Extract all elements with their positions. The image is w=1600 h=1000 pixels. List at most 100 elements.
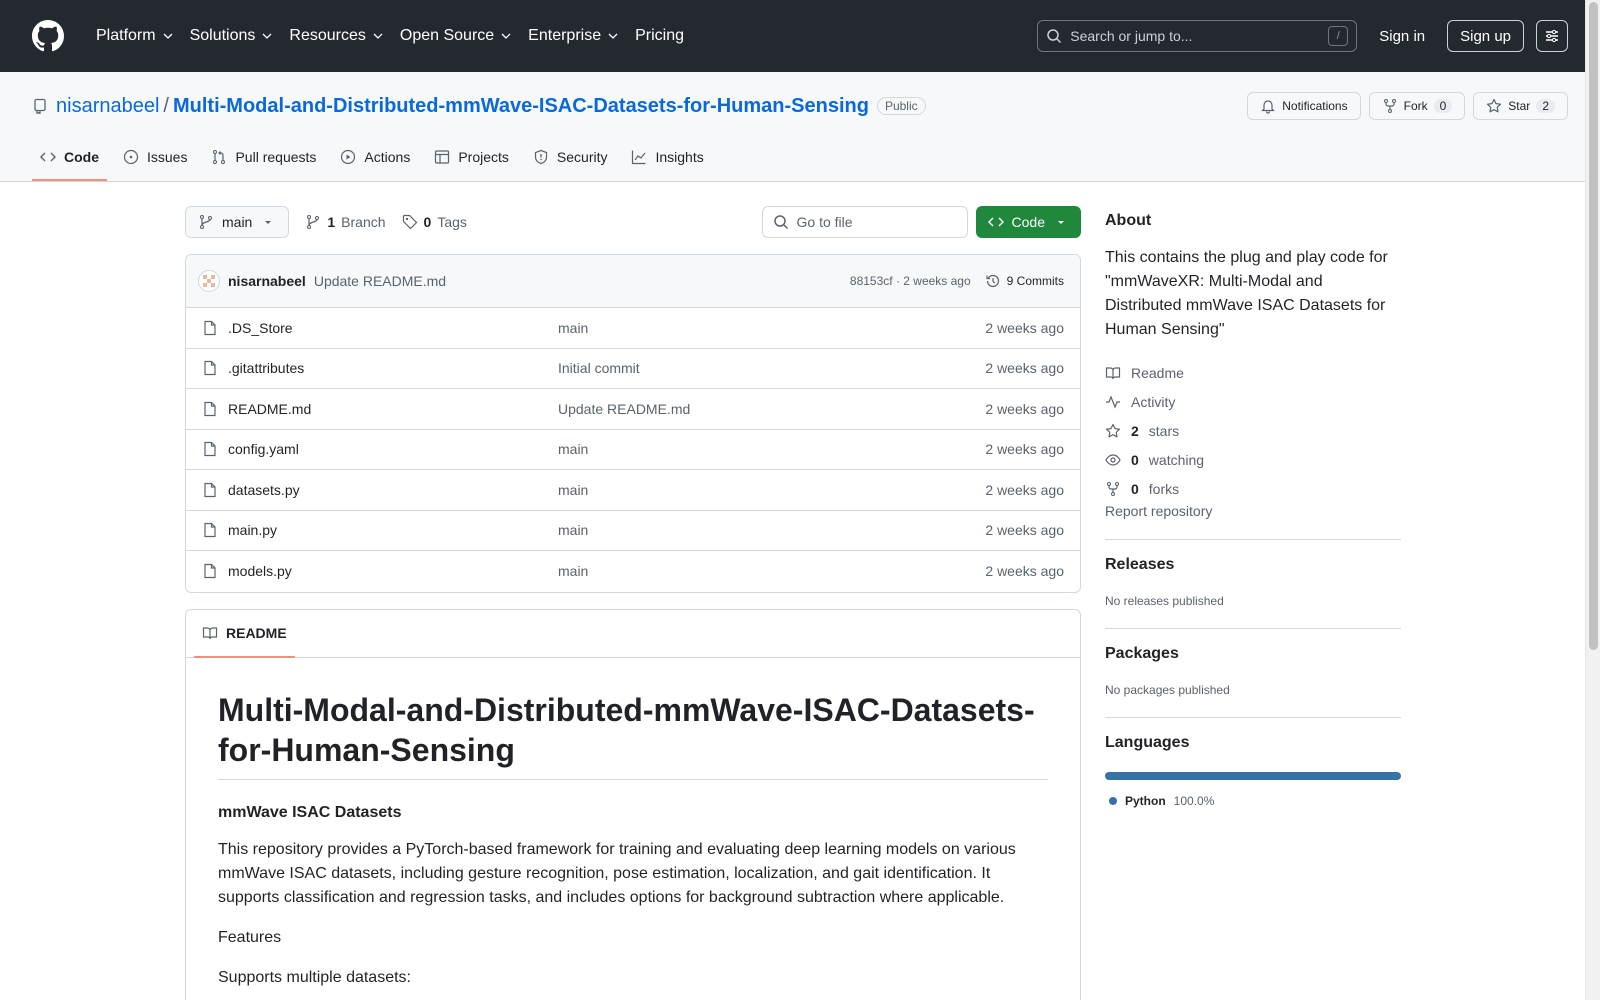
watching-link[interactable]: 0 watching	[1105, 445, 1401, 474]
file-row[interactable]: .gitattributes Initial commit 2 weeks ago	[186, 349, 1080, 389]
file-row[interactable]: models.py main 2 weeks ago	[186, 551, 1080, 592]
file-name[interactable]: config.yaml	[228, 441, 558, 457]
stars-count: 2	[1131, 422, 1139, 439]
readme-tab[interactable]: README	[194, 610, 295, 658]
repo-name-link[interactable]: Multi-Modal-and-Distributed-mmWave-ISAC-…	[173, 95, 869, 118]
sign-up-button[interactable]: Sign up	[1447, 20, 1524, 52]
file-row[interactable]: main.py main 2 weeks ago	[186, 511, 1080, 551]
language-item[interactable]: Python 100.0%	[1105, 794, 1401, 808]
forks-label: forks	[1148, 480, 1180, 497]
file-browser: nisarnabeel Update README.md 88153cf · 2…	[185, 254, 1081, 593]
activity-link[interactable]: Activity	[1105, 387, 1401, 416]
tab-issues[interactable]: Issues	[115, 133, 195, 181]
file-name[interactable]: README.md	[228, 401, 558, 417]
commits-label: 9 Commits	[1006, 274, 1064, 288]
language-bar	[1105, 772, 1401, 780]
watching-label: watching	[1148, 451, 1205, 468]
report-repository-link[interactable]: Report repository	[1105, 503, 1212, 519]
commit-message[interactable]: Update README.md	[314, 273, 446, 289]
file-commit-message[interactable]: main	[558, 563, 985, 579]
star-button[interactable]: Star 2	[1473, 92, 1568, 120]
issue-icon	[123, 149, 139, 165]
repo-title-row: nisarnabeel / Multi-Modal-and-Distribute…	[32, 72, 1568, 132]
tab-pull-requests[interactable]: Pull requests	[203, 133, 324, 181]
readme-panel: README Multi-Modal-and-Distributed-mmWav…	[185, 608, 1081, 1000]
nav-resources[interactable]: Resources	[281, 20, 391, 52]
commits-link[interactable]: 9 Commits	[985, 273, 1064, 289]
pull-request-icon	[213, 150, 226, 164]
activity-link-label: Activity	[1131, 393, 1176, 410]
branch-icon	[200, 215, 212, 229]
search-shortcut-key: /	[1328, 26, 1349, 46]
eye-icon	[1105, 453, 1121, 466]
file-row[interactable]: .DS_Store main 2 weeks ago	[186, 308, 1080, 349]
readme-link[interactable]: Readme	[1105, 358, 1401, 387]
branch-count: 1	[327, 214, 336, 230]
file-commit-message[interactable]: main	[558, 441, 985, 457]
file-name[interactable]: models.py	[228, 563, 558, 579]
stars-link[interactable]: 2 stars	[1105, 416, 1401, 445]
github-logo-icon[interactable]	[32, 20, 64, 52]
global-search-input[interactable]: Search or jump to... /	[1037, 20, 1358, 52]
nav-enterprise[interactable]: Enterprise	[520, 20, 627, 52]
visibility-badge: Public	[876, 97, 926, 115]
forks-link[interactable]: 0 forks	[1105, 474, 1401, 503]
code-button-label: Code	[1011, 214, 1045, 230]
caret-down-icon	[265, 221, 272, 224]
file-commit-message[interactable]: main	[558, 522, 985, 538]
tags-link[interactable]: 0 Tags	[402, 214, 467, 230]
file-row[interactable]: README.md Update README.md 2 weeks ago	[186, 389, 1080, 430]
code-download-button[interactable]: Code	[975, 206, 1081, 238]
tab-security[interactable]: Security	[525, 133, 616, 181]
file-date: 2 weeks ago	[985, 563, 1064, 580]
file-commit-message[interactable]: Initial commit	[558, 360, 985, 376]
notifications-button[interactable]: Notifications	[1247, 92, 1361, 120]
sign-in-link[interactable]: Sign in	[1369, 28, 1435, 45]
scrollbar-thumb[interactable]	[1589, 2, 1598, 650]
repo-owner-link[interactable]: nisarnabeel	[56, 95, 159, 118]
file-name[interactable]: .DS_Store	[228, 320, 558, 336]
releases-empty-text: No releases published	[1105, 594, 1224, 608]
tab-actions[interactable]: Actions	[332, 133, 418, 181]
book-icon	[202, 627, 218, 640]
nav-solutions[interactable]: Solutions	[182, 20, 282, 52]
nav-open-source[interactable]: Open Source	[392, 20, 520, 52]
file-commit-message[interactable]: main	[558, 320, 985, 336]
caret-down-icon	[1058, 221, 1064, 224]
file-commit-message[interactable]: Update README.md	[558, 401, 985, 417]
forks-count: 0	[1131, 480, 1139, 497]
file-name[interactable]: main.py	[228, 522, 558, 538]
tab-projects[interactable]: Projects	[426, 133, 517, 181]
nav-pricing[interactable]: Pricing	[627, 20, 692, 52]
file-icon	[204, 564, 216, 579]
chevron-down-icon	[501, 33, 511, 39]
nav-platform[interactable]: Platform	[88, 20, 182, 52]
nav-label: Solutions	[189, 27, 256, 44]
file-row[interactable]: config.yaml main 2 weeks ago	[186, 430, 1080, 470]
file-date: 2 weeks ago	[985, 400, 1064, 417]
branch-selector[interactable]: main	[185, 206, 290, 238]
shield-icon	[534, 149, 548, 165]
header-menu-button[interactable]	[1536, 20, 1568, 52]
go-to-file-input[interactable]: Go to file	[761, 206, 968, 238]
main-column: main 1 Branch 0 Tags Go to file Code nis…	[185, 182, 1081, 1000]
packages-heading[interactable]: Packages	[1105, 645, 1401, 663]
tab-label: Code	[64, 149, 99, 165]
star-count: 2	[1536, 99, 1555, 113]
tab-code[interactable]: Code	[32, 133, 107, 181]
fork-button[interactable]: Fork 0	[1368, 92, 1466, 120]
commit-hash-time[interactable]: 88153cf · 2 weeks ago	[850, 274, 971, 288]
code-icon	[40, 152, 56, 162]
global-header: Platform Solutions Resources Open Source…	[0, 0, 1600, 72]
avatar[interactable]	[198, 270, 220, 292]
file-name[interactable]: .gitattributes	[228, 360, 558, 376]
file-name[interactable]: datasets.py	[228, 482, 558, 498]
commit-author[interactable]: nisarnabeel	[228, 273, 306, 289]
file-commit-message[interactable]: main	[558, 482, 985, 498]
tab-insights[interactable]: Insights	[623, 133, 711, 181]
branch-icon	[307, 215, 320, 229]
file-row[interactable]: datasets.py main 2 weeks ago	[186, 470, 1080, 511]
releases-heading[interactable]: Releases	[1105, 556, 1401, 574]
branches-link[interactable]: 1 Branch	[305, 214, 386, 230]
page-scrollbar[interactable]	[1585, 0, 1600, 1000]
